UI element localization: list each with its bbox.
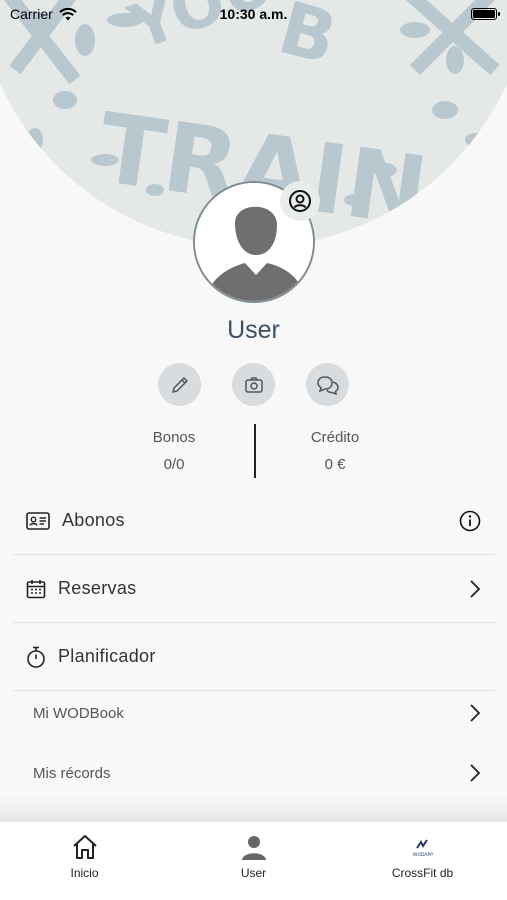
battery-icon <box>471 8 500 20</box>
calendar-icon <box>26 579 46 598</box>
tab-user-label: User <box>240 866 267 880</box>
home-icon <box>72 835 97 859</box>
user-circle-icon <box>289 190 311 212</box>
wifi-icon <box>59 7 77 20</box>
profile-settings-button[interactable] <box>280 181 320 221</box>
chevron-right-icon <box>470 704 481 722</box>
stopwatch-icon <box>27 646 45 668</box>
menu-item-reservas[interactable]: Reservas <box>13 555 495 623</box>
status-bar: Carrier 10:30 a.m. <box>0 0 507 28</box>
chevron-right-icon <box>470 764 481 782</box>
tab-crossfit-label: CrossFit db <box>391 866 454 880</box>
menu-item-abonos-label: Abonos <box>62 510 125 530</box>
svg-text:WODAPP: WODAPP <box>413 852 433 858</box>
menu-item-planificador[interactable]: Planificador <box>13 623 495 691</box>
profile-actions <box>0 363 507 406</box>
tab-crossfit[interactable]: WODAPP CrossFit db <box>338 822 507 900</box>
chevron-right-icon <box>470 579 481 598</box>
tab-inicio-label: Inicio <box>70 866 99 880</box>
pencil-icon <box>171 376 188 393</box>
credito-value: 0 € <box>324 456 346 473</box>
wodapp-logo-icon: WODAPP <box>413 839 433 858</box>
credito-label: Crédito <box>310 429 360 446</box>
user-name: User <box>227 316 280 344</box>
info-icon[interactable] <box>459 510 481 532</box>
menu-item-planificador-label: Planificador <box>58 646 156 666</box>
camera-icon <box>244 376 263 393</box>
menu-item-wodbook-label: Mi WODBook <box>33 704 124 722</box>
stats-divider <box>254 424 256 478</box>
bonos-stat: Bonos 0/0 <box>114 424 234 473</box>
menu-item-records[interactable]: Mis récords <box>13 743 495 803</box>
tab-user[interactable]: User <box>169 822 338 900</box>
messages-button[interactable] <box>306 363 349 406</box>
id-card-icon <box>26 511 50 530</box>
change-photo-button[interactable] <box>232 363 275 406</box>
bonos-label: Bonos <box>152 429 196 446</box>
bonos-value: 0/0 <box>163 456 185 473</box>
credito-stat: Crédito 0 € <box>275 424 395 473</box>
menu-item-wodbook[interactable]: Mi WODBook <box>13 683 495 743</box>
menu-item-records-label: Mis récords <box>33 764 111 782</box>
tab-bar: Inicio User WODAPP CrossFit db <box>0 822 507 900</box>
menu-item-abonos[interactable]: Abonos <box>13 487 495 555</box>
balance-stats: Bonos 0/0 Crédito 0 € <box>0 424 507 480</box>
menu-item-reservas-label: Reservas <box>58 578 137 598</box>
edit-profile-button[interactable] <box>158 363 201 406</box>
scroll-fade <box>0 795 507 823</box>
chat-bubbles-icon <box>316 375 339 395</box>
carrier-label: Carrier <box>10 6 53 22</box>
user-icon <box>241 836 266 860</box>
tab-inicio[interactable]: Inicio <box>0 822 169 900</box>
